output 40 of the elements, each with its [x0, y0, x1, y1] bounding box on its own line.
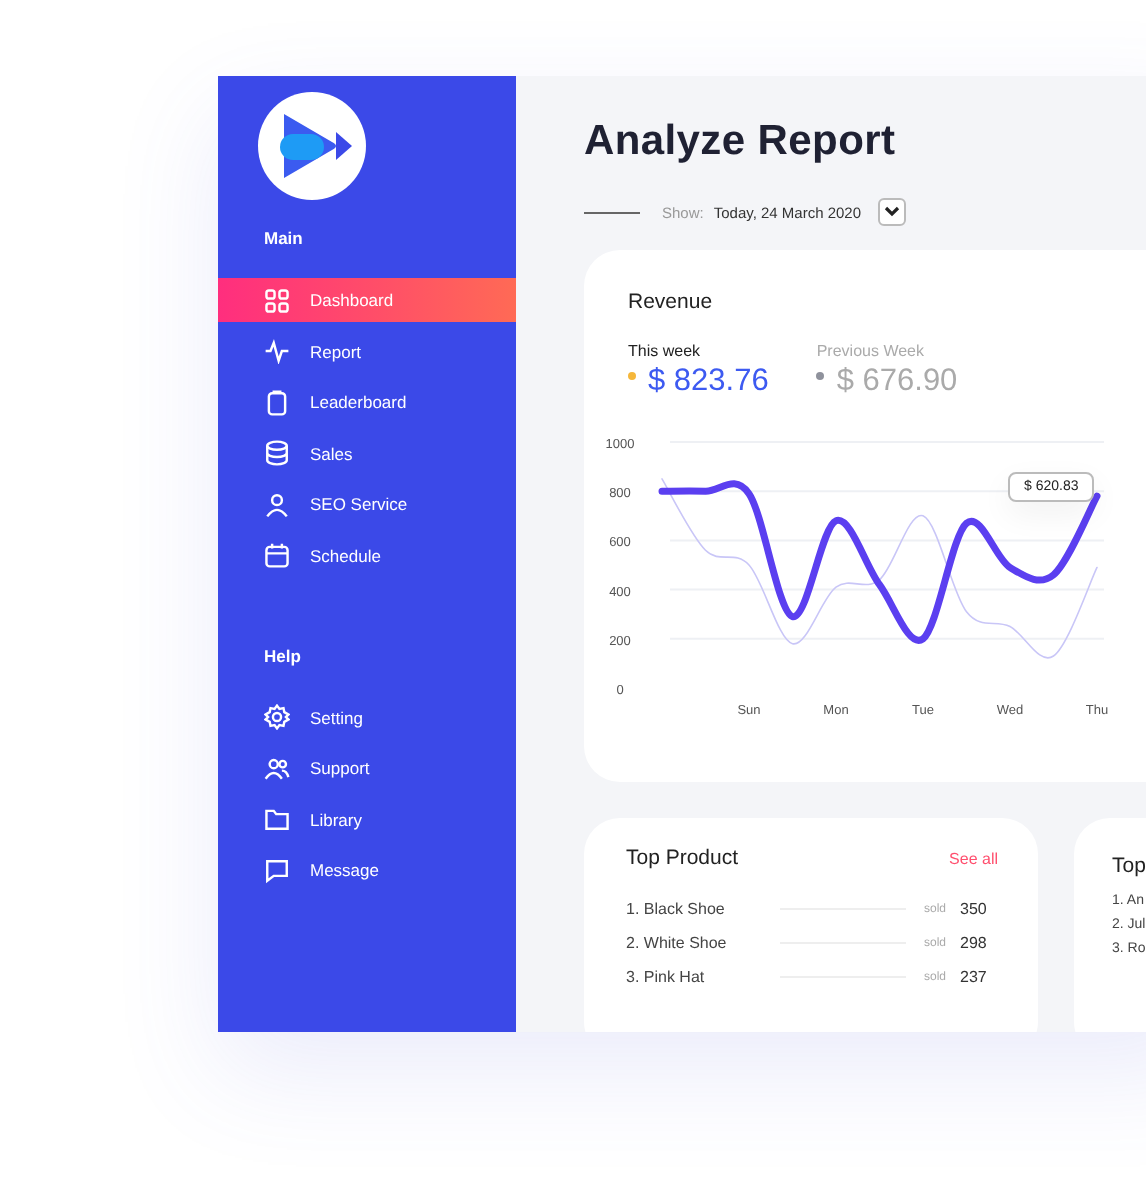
nav-item[interactable]: SEO Service: [218, 482, 516, 526]
clipboard-icon: [264, 389, 290, 415]
nav-item[interactable]: Schedule: [218, 533, 516, 577]
stat-value: $ 823.76: [648, 364, 769, 400]
nav-item[interactable]: Message: [218, 848, 516, 892]
folder-icon: [264, 806, 290, 832]
stat-label: This week: [628, 342, 703, 360]
users-icon: [264, 755, 290, 781]
page-title: Analyze Report: [584, 118, 898, 166]
nav-item[interactable]: Support: [218, 746, 516, 790]
nav-item[interactable]: Report: [218, 329, 516, 373]
nav-item[interactable]: Sales: [218, 431, 516, 475]
card-title: Revenue: [628, 290, 715, 314]
sold-count: 298: [960, 934, 987, 952]
see-all-link[interactable]: See all: [949, 849, 998, 867]
dropdown-button[interactable]: [877, 198, 906, 226]
pulse-icon: [264, 338, 290, 364]
nav-item[interactable]: Library: [218, 797, 516, 841]
chevron-down-icon: [883, 206, 900, 218]
product-name: 1. Black Shoe: [626, 900, 727, 918]
chat-icon: [264, 857, 290, 883]
section-heading: Main: [264, 228, 305, 248]
user-icon: [264, 491, 290, 517]
stat-value: $ 676.90: [836, 364, 958, 400]
card-title: Top: [1112, 854, 1146, 878]
stat-label: Previous Week: [816, 342, 926, 360]
nav-item[interactable]: Leaderboard: [218, 380, 516, 424]
logo-icon: [258, 92, 366, 200]
card-title: Top Product: [626, 846, 739, 870]
calendar-icon: [264, 542, 290, 568]
sold-count: 350: [960, 900, 987, 918]
product-name: 3. Pink Hat: [626, 968, 707, 986]
grid-icon: [264, 287, 290, 313]
section-heading: Help: [264, 645, 303, 665]
nav-item[interactable]: Dashboard: [218, 278, 516, 322]
database-icon: [264, 440, 290, 466]
sold-count: 237: [960, 968, 987, 986]
nav-item[interactable]: Setting: [218, 695, 516, 739]
product-name: 2. White Shoe: [626, 934, 729, 952]
gear-icon: [264, 704, 290, 730]
